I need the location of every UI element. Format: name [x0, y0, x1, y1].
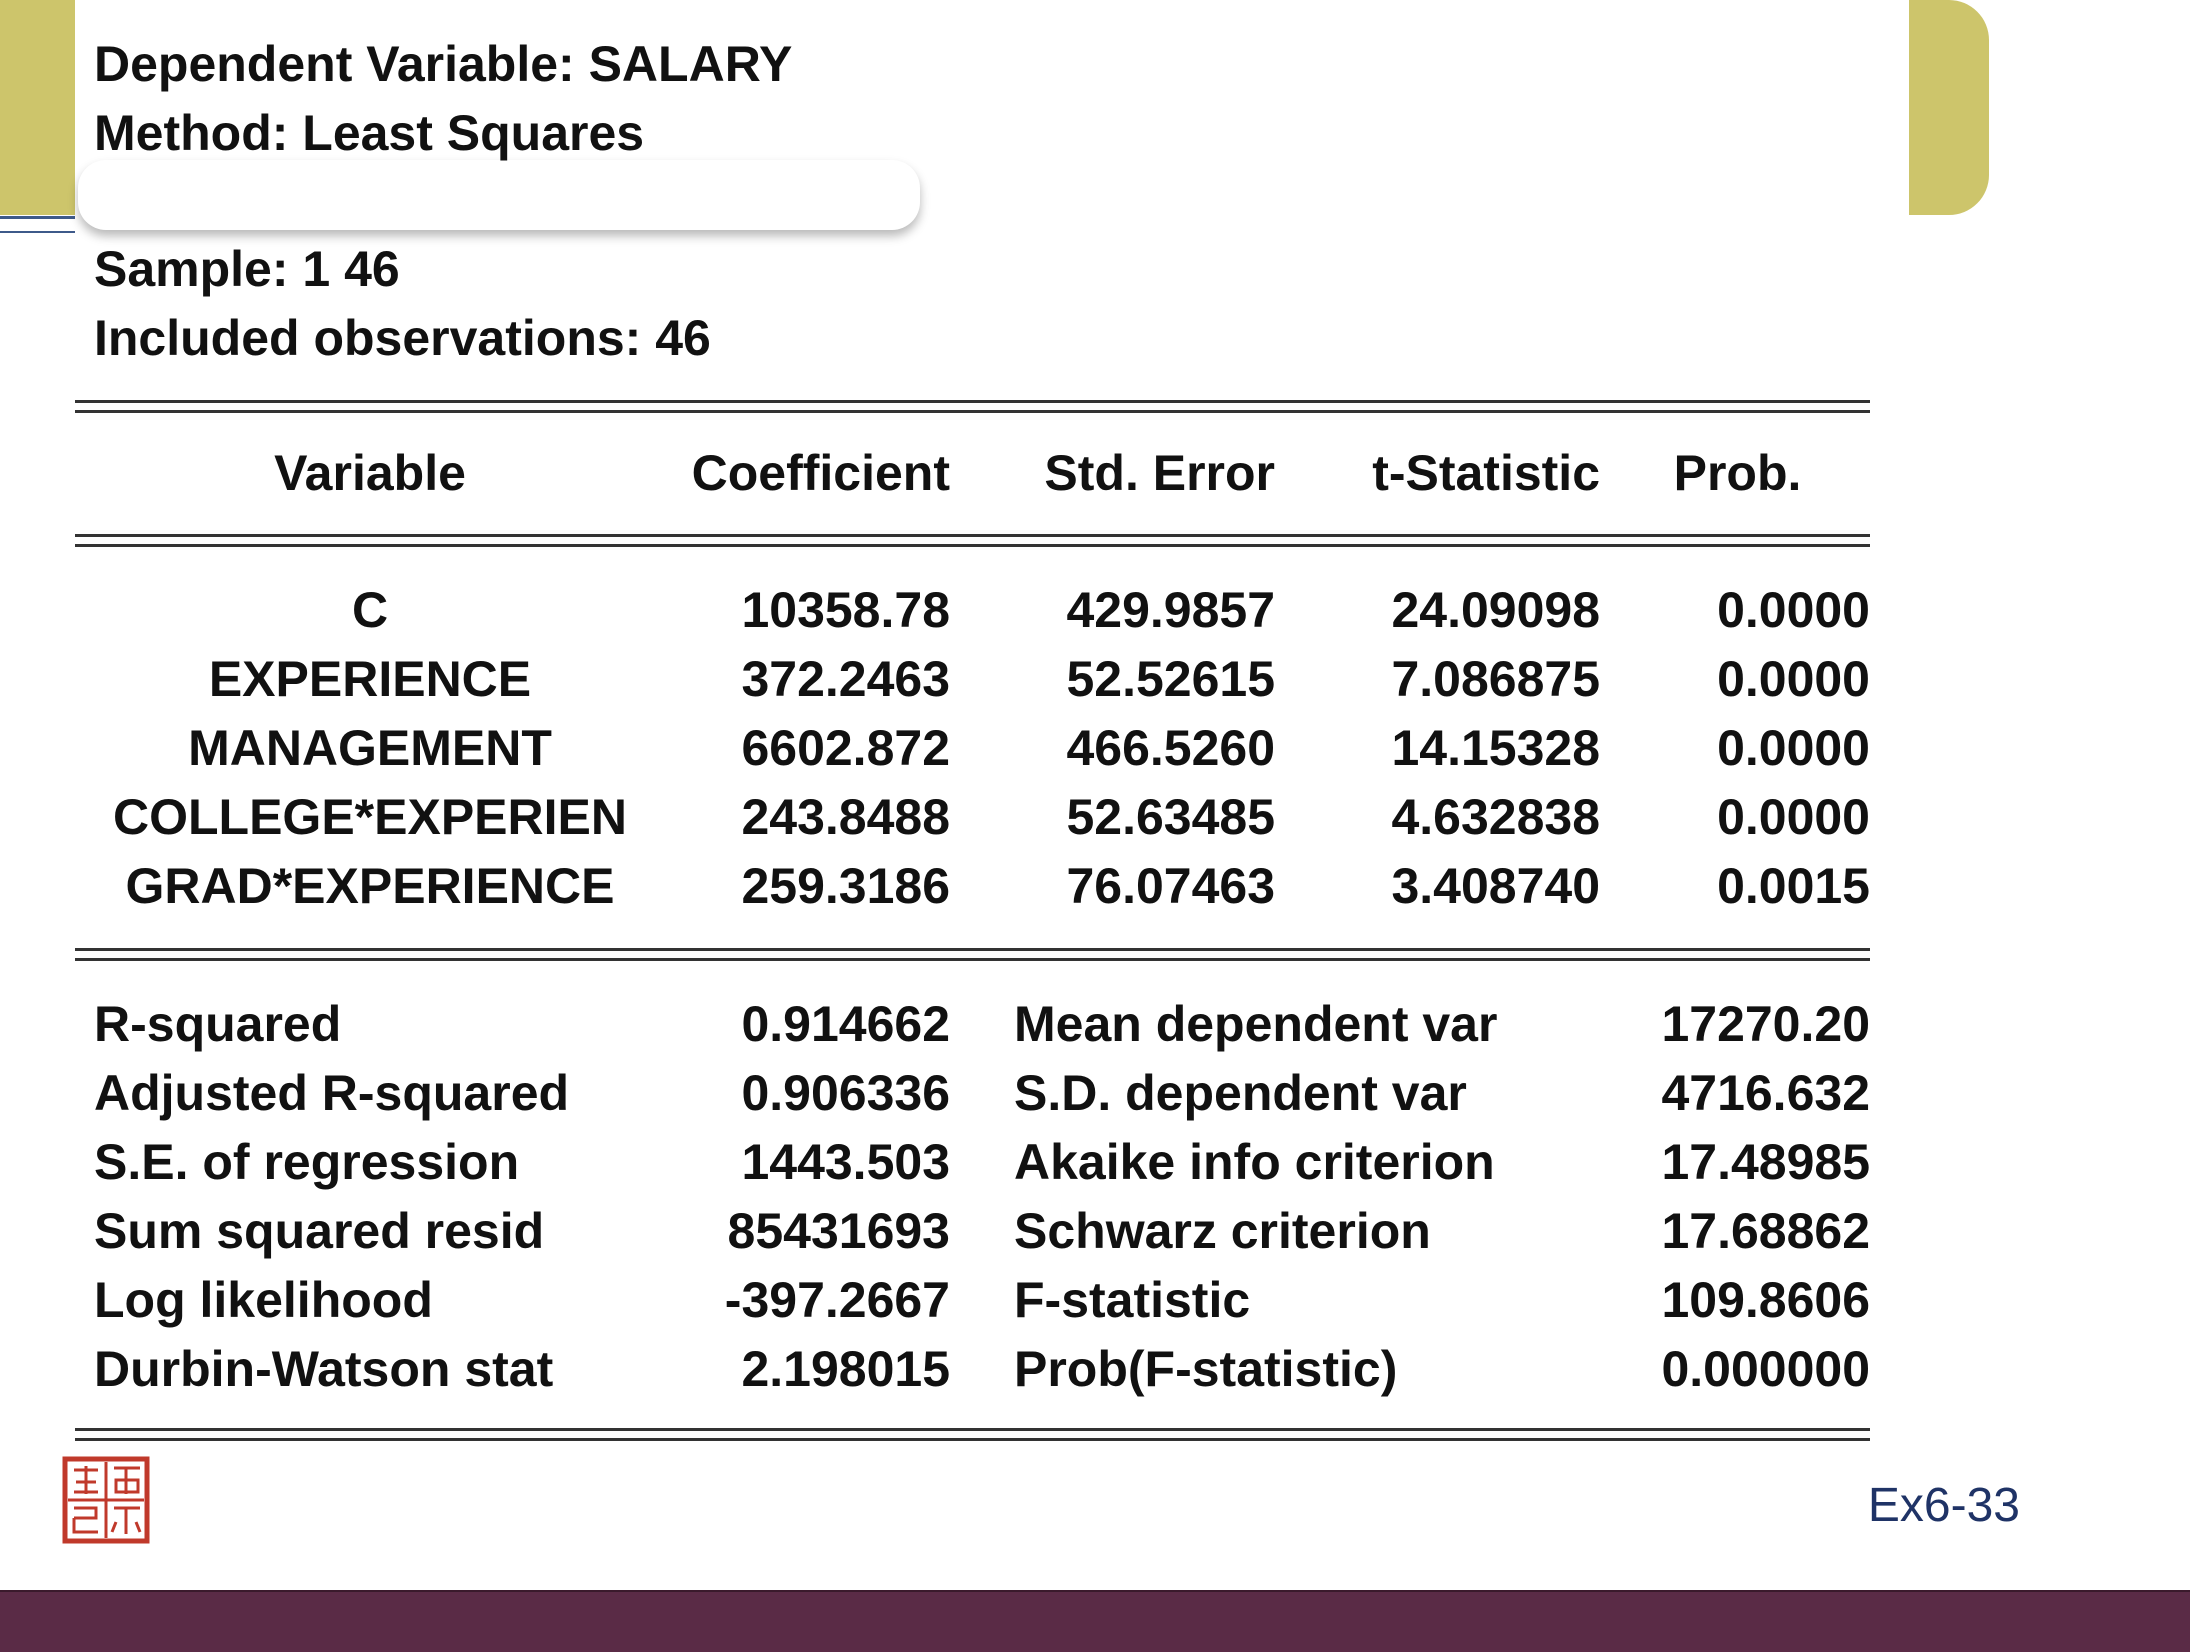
stat-value: 17270.20: [1661, 996, 1870, 1052]
stat-label: F-statistic: [1014, 1272, 1251, 1328]
stat-value: 0.906336: [741, 1065, 950, 1121]
variable-name: C: [351, 582, 389, 638]
stat-label: Log likelihood: [94, 1272, 433, 1328]
coefficient: 6602.872: [741, 720, 950, 776]
dependent-variable: Dependent Variable: SALARY: [94, 36, 793, 92]
t-statistic: 3.408740: [1391, 858, 1600, 914]
prob: 0.0000: [1717, 582, 1870, 638]
t-statistic: 14.15328: [1391, 720, 1600, 776]
stat-label: Durbin-Watson stat: [94, 1341, 554, 1397]
prob: 0.0000: [1717, 651, 1870, 707]
stat-label: Prob(F-statistic): [1014, 1341, 1398, 1397]
seal-stamp-icon: [62, 1456, 150, 1544]
header-pill: [78, 160, 920, 230]
stat-label: Schwarz criterion: [1014, 1203, 1431, 1259]
t-statistic: 4.632838: [1391, 789, 1600, 845]
observations: Included observations: 46: [94, 310, 711, 366]
std-error: 52.52615: [1066, 651, 1275, 707]
stat-value: -397.2667: [724, 1272, 950, 1328]
coefficient: 243.8488: [741, 789, 950, 845]
stat-value: 0.000000: [1661, 1341, 1870, 1397]
stat-value: 2.198015: [741, 1341, 950, 1397]
bottom-bar: [0, 1590, 2190, 1652]
sample: Sample: 1 46: [94, 241, 400, 297]
stat-value: 1443.503: [741, 1134, 950, 1190]
table-rule: [75, 958, 1870, 961]
table-rule: [75, 1428, 1870, 1431]
table-rule: [75, 948, 1870, 951]
stat-label: Mean dependent var: [1014, 996, 1498, 1052]
stat-value: 4716.632: [1661, 1065, 1870, 1121]
table-rule: [75, 410, 1870, 413]
std-error: 76.07463: [1066, 858, 1275, 914]
stat-label: S.D. dependent var: [1014, 1065, 1467, 1121]
std-error: 466.5260: [1066, 720, 1275, 776]
stat-value: 17.48985: [1661, 1134, 1870, 1190]
table-rule: [75, 534, 1870, 537]
table-rule: [75, 544, 1870, 547]
table-rule: [75, 1438, 1870, 1441]
stat-label: S.E. of regression: [94, 1134, 520, 1190]
method: Method: Least Squares: [94, 105, 645, 161]
prob: 0.0000: [1717, 789, 1870, 845]
right-accent-block: [1909, 0, 1989, 215]
coefficient: 372.2463: [741, 651, 950, 707]
stat-label: Adjusted R-squared: [94, 1065, 570, 1121]
variable-name: COLLEGE*EXPERIEN: [113, 789, 627, 845]
column-header: Std. Error: [1044, 445, 1275, 501]
std-error: 52.63485: [1066, 789, 1275, 845]
stat-value: 0.914662: [741, 996, 950, 1052]
stat-label: Akaike info criterion: [1014, 1134, 1495, 1190]
left-accent-line: [0, 216, 75, 219]
sample-info: Sample: 1 46 Included observations: 46: [94, 235, 711, 373]
slide-label: Ex6-33: [1867, 1479, 2020, 1532]
column-header: Coefficient: [691, 445, 950, 501]
coefficient: 259.3186: [741, 858, 950, 914]
column-header: Prob.: [1673, 445, 1802, 501]
regression-header: Dependent Variable: SALARY Method: Least…: [94, 30, 792, 168]
table-rule: [75, 400, 1870, 403]
left-accent-block: [0, 0, 75, 215]
stat-label: R-squared: [94, 996, 342, 1052]
variable-name: EXPERIENCE: [208, 651, 532, 707]
left-accent-line-2: [0, 231, 75, 233]
stat-value: 109.8606: [1661, 1272, 1870, 1328]
column-header: t-Statistic: [1372, 445, 1600, 501]
column-header: Variable: [274, 445, 466, 501]
prob: 0.0015: [1717, 858, 1870, 914]
std-error: 429.9857: [1066, 582, 1275, 638]
stat-label: Sum squared resid: [94, 1203, 545, 1259]
variable-name: GRAD*EXPERIENCE: [125, 858, 615, 914]
t-statistic: 24.09098: [1391, 582, 1600, 638]
prob: 0.0000: [1717, 720, 1870, 776]
stat-value: 85431693: [727, 1203, 950, 1259]
t-statistic: 7.086875: [1391, 651, 1600, 707]
stat-value: 17.68862: [1661, 1203, 1870, 1259]
coefficient: 10358.78: [741, 582, 950, 638]
variable-name: MANAGEMENT: [188, 720, 552, 776]
